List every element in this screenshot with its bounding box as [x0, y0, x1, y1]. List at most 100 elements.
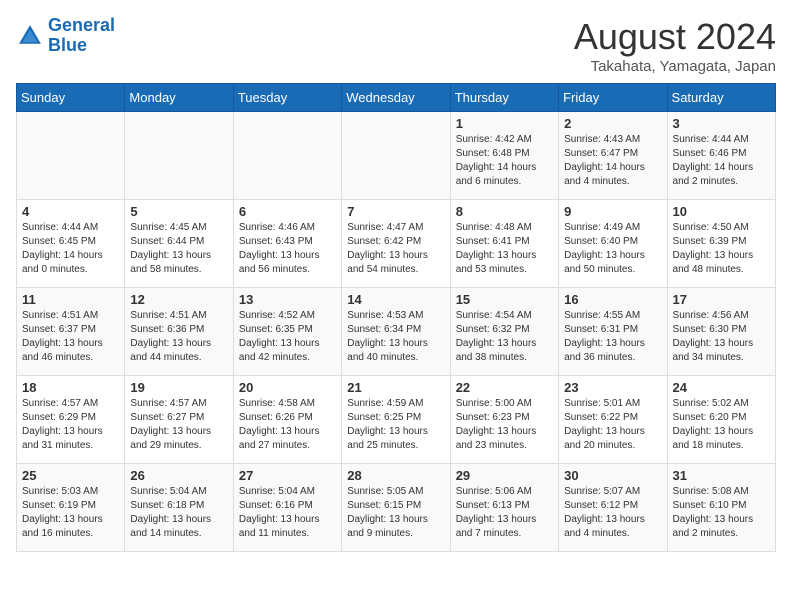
calendar-header: SundayMondayTuesdayWednesdayThursdayFrid…: [17, 84, 776, 112]
day-info: Sunrise: 4:56 AM Sunset: 6:30 PM Dayligh…: [673, 309, 770, 365]
calendar-cell: 18 Sunrise: 4:57 AM Sunset: 6:29 PM Dayli…: [17, 376, 125, 464]
day-number: 6: [239, 204, 336, 219]
month-year: August 2024: [574, 16, 776, 58]
calendar-cell: 25 Sunrise: 5:03 AM Sunset: 6:19 PM Dayli…: [17, 464, 125, 552]
calendar-cell: 24 Sunrise: 5:02 AM Sunset: 6:20 PM Dayli…: [667, 376, 775, 464]
weekday-header: Wednesday: [342, 84, 450, 112]
day-number: 1: [456, 116, 553, 131]
day-info: Sunrise: 4:52 AM Sunset: 6:35 PM Dayligh…: [239, 309, 336, 365]
weekday-header: Monday: [125, 84, 233, 112]
day-number: 16: [564, 292, 661, 307]
calendar-cell: 1 Sunrise: 4:42 AM Sunset: 6:48 PM Daylig…: [450, 112, 558, 200]
weekday-row: SundayMondayTuesdayWednesdayThursdayFrid…: [17, 84, 776, 112]
day-info: Sunrise: 4:54 AM Sunset: 6:32 PM Dayligh…: [456, 309, 553, 365]
day-number: 10: [673, 204, 770, 219]
day-info: Sunrise: 4:53 AM Sunset: 6:34 PM Dayligh…: [347, 309, 444, 365]
day-info: Sunrise: 4:47 AM Sunset: 6:42 PM Dayligh…: [347, 221, 444, 277]
day-info: Sunrise: 5:04 AM Sunset: 6:16 PM Dayligh…: [239, 485, 336, 541]
day-number: 17: [673, 292, 770, 307]
weekday-header: Thursday: [450, 84, 558, 112]
day-number: 14: [347, 292, 444, 307]
calendar-cell: 27 Sunrise: 5:04 AM Sunset: 6:16 PM Dayli…: [233, 464, 341, 552]
day-number: 13: [239, 292, 336, 307]
title-block: August 2024 Takahata, Yamagata, Japan: [574, 16, 776, 75]
day-info: Sunrise: 5:00 AM Sunset: 6:23 PM Dayligh…: [456, 397, 553, 453]
day-info: Sunrise: 4:43 AM Sunset: 6:47 PM Dayligh…: [564, 133, 661, 189]
day-number: 29: [456, 468, 553, 483]
weekday-header: Friday: [559, 84, 667, 112]
day-info: Sunrise: 4:42 AM Sunset: 6:48 PM Dayligh…: [456, 133, 553, 189]
calendar-cell: 8Sunrise: 4:48 AM Sunset: 6:41 PM Daylig…: [450, 200, 558, 288]
calendar-week-row: 11 Sunrise: 4:51 AM Sunset: 6:37 PM Dayli…: [17, 288, 776, 376]
calendar-cell: 29 Sunrise: 5:06 AM Sunset: 6:13 PM Dayli…: [450, 464, 558, 552]
day-info: Sunrise: 4:50 AM Sunset: 6:39 PM Dayligh…: [673, 221, 770, 277]
day-number: 21: [347, 380, 444, 395]
day-number: 3: [673, 116, 770, 131]
calendar-cell: [17, 112, 125, 200]
weekday-header: Tuesday: [233, 84, 341, 112]
location: Takahata, Yamagata, Japan: [574, 58, 776, 75]
day-info: Sunrise: 4:51 AM Sunset: 6:37 PM Dayligh…: [22, 309, 119, 365]
day-info: Sunrise: 4:55 AM Sunset: 6:31 PM Dayligh…: [564, 309, 661, 365]
day-number: 7: [347, 204, 444, 219]
day-number: 19: [130, 380, 227, 395]
logo-text: General Blue: [48, 16, 115, 56]
calendar-cell: 28Sunrise: 5:05 AM Sunset: 6:15 PM Dayli…: [342, 464, 450, 552]
calendar-cell: [125, 112, 233, 200]
calendar-body: 1 Sunrise: 4:42 AM Sunset: 6:48 PM Daylig…: [17, 112, 776, 552]
calendar-cell: 22Sunrise: 5:00 AM Sunset: 6:23 PM Dayli…: [450, 376, 558, 464]
day-number: 26: [130, 468, 227, 483]
calendar-cell: 20Sunrise: 4:58 AM Sunset: 6:26 PM Dayli…: [233, 376, 341, 464]
day-info: Sunrise: 5:06 AM Sunset: 6:13 PM Dayligh…: [456, 485, 553, 541]
day-info: Sunrise: 5:03 AM Sunset: 6:19 PM Dayligh…: [22, 485, 119, 541]
day-number: 15: [456, 292, 553, 307]
day-number: 27: [239, 468, 336, 483]
day-number: 24: [673, 380, 770, 395]
day-info: Sunrise: 5:01 AM Sunset: 6:22 PM Dayligh…: [564, 397, 661, 453]
weekday-header: Sunday: [17, 84, 125, 112]
day-info: Sunrise: 5:08 AM Sunset: 6:10 PM Dayligh…: [673, 485, 770, 541]
day-number: 4: [22, 204, 119, 219]
calendar-cell: 6 Sunrise: 4:46 AM Sunset: 6:43 PM Daylig…: [233, 200, 341, 288]
calendar-week-row: 18 Sunrise: 4:57 AM Sunset: 6:29 PM Dayli…: [17, 376, 776, 464]
calendar-cell: 30Sunrise: 5:07 AM Sunset: 6:12 PM Dayli…: [559, 464, 667, 552]
logo-line1: General: [48, 15, 115, 35]
calendar-cell: [342, 112, 450, 200]
day-info: Sunrise: 4:51 AM Sunset: 6:36 PM Dayligh…: [130, 309, 227, 365]
day-number: 28: [347, 468, 444, 483]
day-number: 30: [564, 468, 661, 483]
page-header: General Blue August 2024 Takahata, Yamag…: [16, 16, 776, 75]
day-info: Sunrise: 4:44 AM Sunset: 6:46 PM Dayligh…: [673, 133, 770, 189]
day-number: 9: [564, 204, 661, 219]
day-info: Sunrise: 5:02 AM Sunset: 6:20 PM Dayligh…: [673, 397, 770, 453]
calendar-week-row: 1 Sunrise: 4:42 AM Sunset: 6:48 PM Daylig…: [17, 112, 776, 200]
logo-icon: [16, 22, 44, 50]
day-number: 5: [130, 204, 227, 219]
calendar-cell: 21 Sunrise: 4:59 AM Sunset: 6:25 PM Dayli…: [342, 376, 450, 464]
day-info: Sunrise: 4:49 AM Sunset: 6:40 PM Dayligh…: [564, 221, 661, 277]
calendar-cell: 10 Sunrise: 4:50 AM Sunset: 6:39 PM Dayli…: [667, 200, 775, 288]
calendar-cell: 17 Sunrise: 4:56 AM Sunset: 6:30 PM Dayli…: [667, 288, 775, 376]
calendar-cell: 12Sunrise: 4:51 AM Sunset: 6:36 PM Dayli…: [125, 288, 233, 376]
day-number: 31: [673, 468, 770, 483]
calendar-cell: [233, 112, 341, 200]
calendar-week-row: 4Sunrise: 4:44 AM Sunset: 6:45 PM Daylig…: [17, 200, 776, 288]
calendar-cell: 7 Sunrise: 4:47 AM Sunset: 6:42 PM Daylig…: [342, 200, 450, 288]
day-info: Sunrise: 4:58 AM Sunset: 6:26 PM Dayligh…: [239, 397, 336, 453]
day-number: 25: [22, 468, 119, 483]
day-number: 23: [564, 380, 661, 395]
day-info: Sunrise: 4:46 AM Sunset: 6:43 PM Dayligh…: [239, 221, 336, 277]
day-number: 11: [22, 292, 119, 307]
day-info: Sunrise: 4:57 AM Sunset: 6:27 PM Dayligh…: [130, 397, 227, 453]
day-info: Sunrise: 4:48 AM Sunset: 6:41 PM Dayligh…: [456, 221, 553, 277]
day-info: Sunrise: 5:04 AM Sunset: 6:18 PM Dayligh…: [130, 485, 227, 541]
day-info: Sunrise: 4:59 AM Sunset: 6:25 PM Dayligh…: [347, 397, 444, 453]
calendar-cell: 9 Sunrise: 4:49 AM Sunset: 6:40 PM Daylig…: [559, 200, 667, 288]
calendar-cell: 5Sunrise: 4:45 AM Sunset: 6:44 PM Daylig…: [125, 200, 233, 288]
calendar-cell: 31 Sunrise: 5:08 AM Sunset: 6:10 PM Dayli…: [667, 464, 775, 552]
calendar-cell: 14 Sunrise: 4:53 AM Sunset: 6:34 PM Dayli…: [342, 288, 450, 376]
day-number: 18: [22, 380, 119, 395]
weekday-header: Saturday: [667, 84, 775, 112]
day-info: Sunrise: 4:57 AM Sunset: 6:29 PM Dayligh…: [22, 397, 119, 453]
calendar-cell: 3 Sunrise: 4:44 AM Sunset: 6:46 PM Daylig…: [667, 112, 775, 200]
